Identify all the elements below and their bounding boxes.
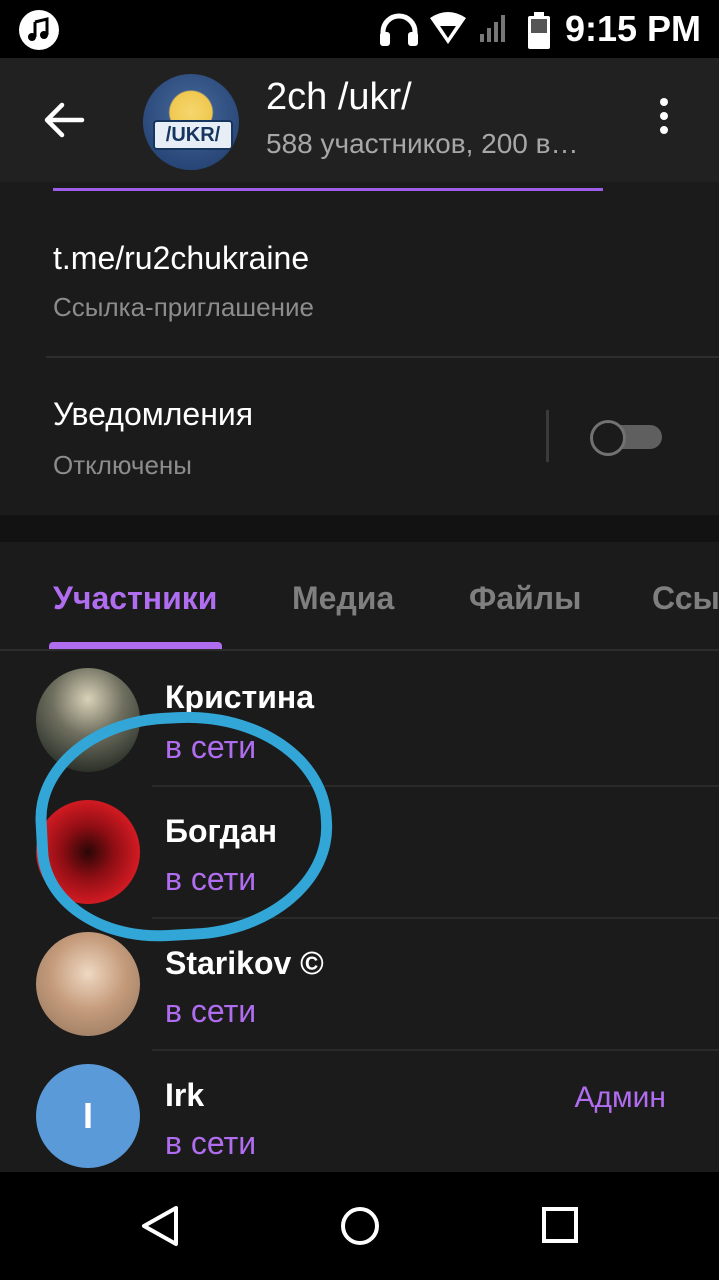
group-info: t.me/ru2chukraine Ссылка-приглашение Уве…: [0, 182, 719, 515]
active-tab-indicator: [49, 642, 222, 649]
group-avatar-label: /UKR/: [153, 120, 233, 150]
status-bar: 9:15 PM: [0, 0, 719, 58]
notifications-status: Отключены: [53, 450, 192, 480]
member-name: Кристина: [165, 679, 315, 715]
member-status: в сети: [165, 993, 257, 1029]
more-options-icon[interactable]: [652, 98, 676, 146]
invite-link-label: Ссылка-приглашение: [53, 292, 314, 322]
member-row[interactable]: Богдан в сети: [0, 787, 719, 919]
notifications-title[interactable]: Уведомления: [53, 396, 253, 433]
signal-icon: [478, 12, 510, 49]
home-circle-icon[interactable]: [336, 1202, 384, 1250]
invite-link[interactable]: t.me/ru2chukraine: [53, 240, 309, 277]
notifications-toggle[interactable]: [590, 420, 662, 456]
group-title: 2ch /ukr/: [266, 76, 412, 118]
tab-links[interactable]: Ссы: [652, 580, 719, 617]
partial-link[interactable]: [53, 182, 603, 191]
system-nav-bar: [0, 1172, 719, 1280]
section-gap: [0, 515, 719, 542]
music-icon: [19, 10, 59, 50]
back-arrow-icon[interactable]: [42, 98, 86, 142]
member-row[interactable]: Starikov © в сети: [0, 919, 719, 1051]
back-triangle-icon[interactable]: [136, 1202, 184, 1250]
avatar: [36, 932, 140, 1036]
wifi-icon: [428, 12, 468, 51]
member-status: в сети: [165, 729, 257, 765]
tab-members[interactable]: Участники: [53, 580, 217, 617]
avatar: [36, 668, 140, 772]
headphones-icon: [378, 12, 420, 53]
tab-bar: Участники Медиа Файлы Ссы: [0, 542, 719, 650]
tab-files[interactable]: Файлы: [469, 580, 581, 617]
member-name: Богдан: [165, 813, 278, 849]
battery-icon: [527, 12, 551, 55]
status-time: 9:15 PM: [564, 8, 701, 49]
recents-square-icon[interactable]: [537, 1202, 585, 1250]
member-status: в сети: [165, 1125, 257, 1161]
member-name: Starikov ©: [165, 945, 324, 981]
avatar: I: [36, 1064, 140, 1168]
tab-media[interactable]: Медиа: [292, 580, 394, 617]
member-name: Irk: [165, 1077, 205, 1113]
chat-header: /UKR/ 2ch /ukr/ 588 участников, 200 в…: [0, 58, 719, 182]
group-subtitle: 588 участников, 200 в…: [266, 128, 579, 159]
avatar: [36, 800, 140, 904]
members-list: Кристина в сети Богдан в сети Starikov ©…: [0, 651, 719, 1171]
vertical-divider: [546, 410, 549, 462]
group-avatar[interactable]: /UKR/: [143, 74, 239, 170]
member-status: в сети: [165, 861, 257, 897]
divider: [46, 356, 719, 358]
member-row[interactable]: Кристина в сети: [0, 651, 719, 787]
admin-badge: Админ: [574, 1081, 666, 1114]
member-row[interactable]: I Irk в сети Админ: [0, 1051, 719, 1183]
